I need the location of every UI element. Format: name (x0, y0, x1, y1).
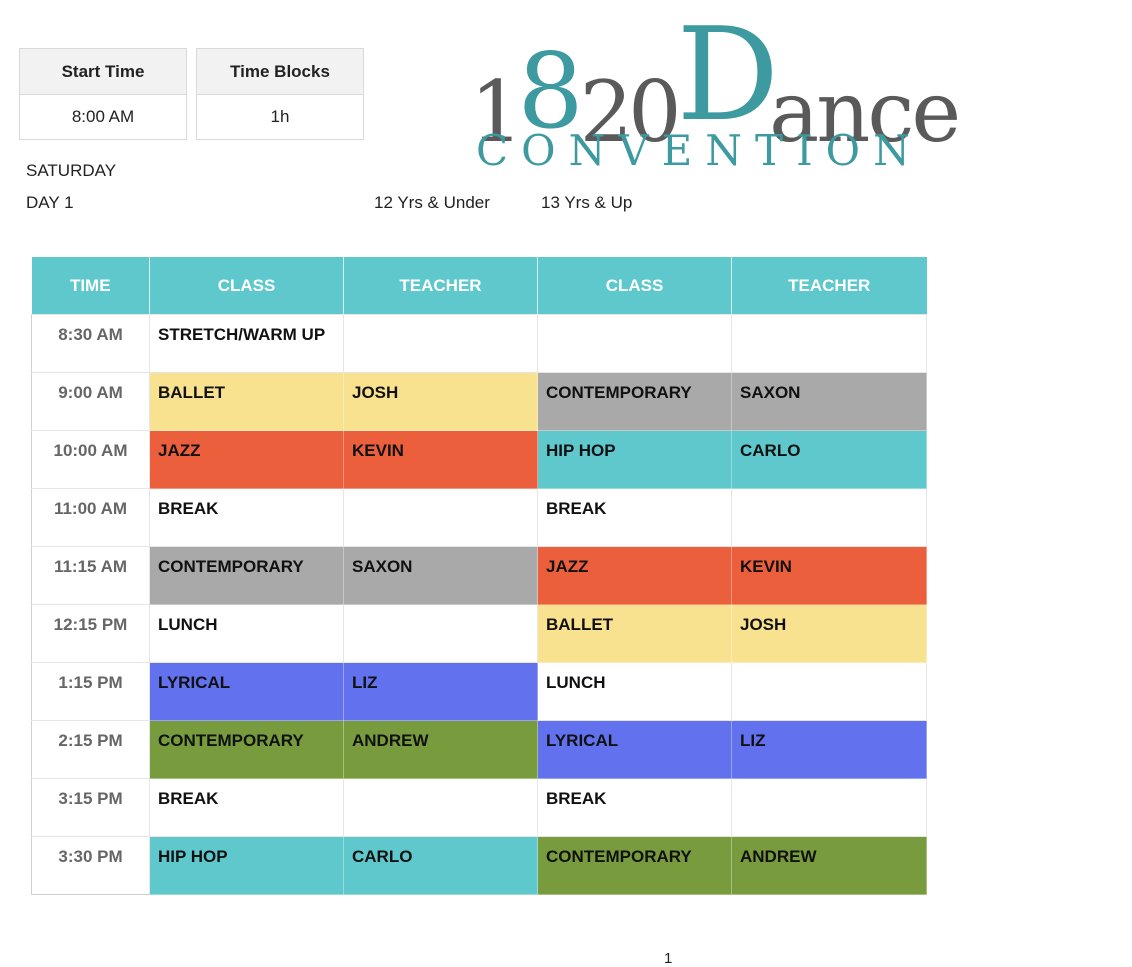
time-cell[interactable]: 3:15 PM (31, 778, 150, 837)
teacher-cell-group1[interactable]: KEVIN (343, 430, 538, 489)
class-cell-group2[interactable]: CONTEMPORARY (537, 372, 732, 431)
age-group-2: 13 Yrs & Up (541, 193, 633, 212)
teacher-cell-group1[interactable]: CARLO (343, 836, 538, 895)
table-row: 1:15 PM LYRICAL LIZ LUNCH (31, 662, 927, 721)
page-number: 1 (664, 950, 673, 967)
time-cell[interactable]: 9:00 AM (31, 372, 150, 431)
teacher-cell-group2[interactable]: KEVIN (731, 546, 927, 605)
time-cell[interactable]: 11:00 AM (31, 488, 150, 547)
class-cell-group1[interactable]: BREAK (149, 778, 344, 837)
logo-subtitle: CONVENTION (476, 126, 923, 175)
teacher-cell-group2[interactable]: SAXON (731, 372, 927, 431)
teacher-cell-group2[interactable] (731, 488, 927, 547)
teacher-cell-group2[interactable]: JOSH (731, 604, 927, 663)
table-row: 2:15 PM CONTEMPORARY ANDREW LYRICAL LIZ (31, 720, 927, 779)
start-time-label: Start Time (20, 49, 186, 95)
teacher-cell-group1[interactable]: ANDREW (343, 720, 538, 779)
teacher-cell-group1[interactable] (343, 604, 538, 663)
time-cell[interactable]: 10:00 AM (31, 430, 150, 489)
header-teacher-group2: TEACHER (731, 257, 927, 315)
table-row: 12:15 PM LUNCH BALLET JOSH (31, 604, 927, 663)
teacher-cell-group2[interactable] (731, 778, 927, 837)
class-cell-group2[interactable] (537, 314, 732, 373)
table-row: 8:30 AM STRETCH/WARM UP (31, 314, 927, 373)
time-blocks-box: Time Blocks 1h (196, 48, 364, 140)
class-cell-group2[interactable]: BREAK (537, 488, 732, 547)
teacher-cell-group1[interactable]: LIZ (343, 662, 538, 721)
teacher-cell-group1[interactable] (343, 488, 538, 547)
time-cell[interactable]: 8:30 AM (31, 314, 150, 373)
teacher-cell-group1[interactable]: SAXON (343, 546, 538, 605)
time-cell[interactable]: 1:15 PM (31, 662, 150, 721)
header-class-group2: CLASS (537, 257, 732, 315)
header-time: TIME (31, 257, 150, 315)
header-teacher-group1: TEACHER (343, 257, 538, 315)
class-cell-group1[interactable]: STRETCH/WARM UP (149, 314, 344, 373)
class-cell-group2[interactable]: JAZZ (537, 546, 732, 605)
teacher-cell-group2[interactable] (731, 662, 927, 721)
table-row: 11:15 AM CONTEMPORARY SAXON JAZZ KEVIN (31, 546, 927, 605)
class-cell-group1[interactable]: LUNCH (149, 604, 344, 663)
class-cell-group1[interactable]: HIP HOP (149, 836, 344, 895)
table-row: 3:15 PM BREAK BREAK (31, 778, 927, 837)
teacher-cell-group1[interactable] (343, 778, 538, 837)
class-cell-group1[interactable]: BALLET (149, 372, 344, 431)
table-row: 9:00 AM BALLET JOSH CONTEMPORARY SAXON (31, 372, 927, 431)
start-time-box: Start Time 8:00 AM (19, 48, 187, 140)
teacher-cell-group2[interactable] (731, 314, 927, 373)
day-label: DAY 1 (26, 193, 74, 212)
time-cell[interactable]: 12:15 PM (31, 604, 150, 663)
class-cell-group2[interactable]: BREAK (537, 778, 732, 837)
class-cell-group2[interactable]: CONTEMPORARY (537, 836, 732, 895)
header-class-group1: CLASS (149, 257, 344, 315)
teacher-cell-group2[interactable]: LIZ (731, 720, 927, 779)
day-name: SATURDAY (26, 161, 117, 180)
time-cell[interactable]: 11:15 AM (31, 546, 150, 605)
schedule-table: TIME CLASS TEACHER CLASS TEACHER 8:30 AM… (31, 257, 927, 895)
teacher-cell-group1[interactable] (343, 314, 538, 373)
time-cell[interactable]: 3:30 PM (31, 836, 150, 895)
class-cell-group2[interactable]: HIP HOP (537, 430, 732, 489)
table-row: 3:30 PM HIP HOP CARLO CONTEMPORARY ANDREW (31, 836, 927, 895)
logo-wordmark: 1820Dance (470, 1, 961, 161)
time-cell[interactable]: 2:15 PM (31, 720, 150, 779)
time-blocks-value[interactable]: 1h (197, 95, 363, 139)
teacher-cell-group2[interactable]: ANDREW (731, 836, 927, 895)
table-row: 11:00 AM BREAK BREAK (31, 488, 927, 547)
class-cell-group1[interactable]: LYRICAL (149, 662, 344, 721)
class-cell-group1[interactable]: JAZZ (149, 430, 344, 489)
class-cell-group1[interactable]: BREAK (149, 488, 344, 547)
class-cell-group2[interactable]: LYRICAL (537, 720, 732, 779)
class-cell-group2[interactable]: BALLET (537, 604, 732, 663)
table-row: 10:00 AM JAZZ KEVIN HIP HOP CARLO (31, 430, 927, 489)
time-blocks-label: Time Blocks (197, 49, 363, 95)
class-cell-group1[interactable]: CONTEMPORARY (149, 720, 344, 779)
teacher-cell-group1[interactable]: JOSH (343, 372, 538, 431)
teacher-cell-group2[interactable]: CARLO (731, 430, 927, 489)
class-cell-group1[interactable]: CONTEMPORARY (149, 546, 344, 605)
age-group-1: 12 Yrs & Under (374, 193, 490, 212)
start-time-value[interactable]: 8:00 AM (20, 95, 186, 139)
class-cell-group2[interactable]: LUNCH (537, 662, 732, 721)
header-row: TIME CLASS TEACHER CLASS TEACHER (31, 257, 927, 315)
1820-dance-convention-logo: 1820Dance CONVENTION (470, 12, 961, 176)
